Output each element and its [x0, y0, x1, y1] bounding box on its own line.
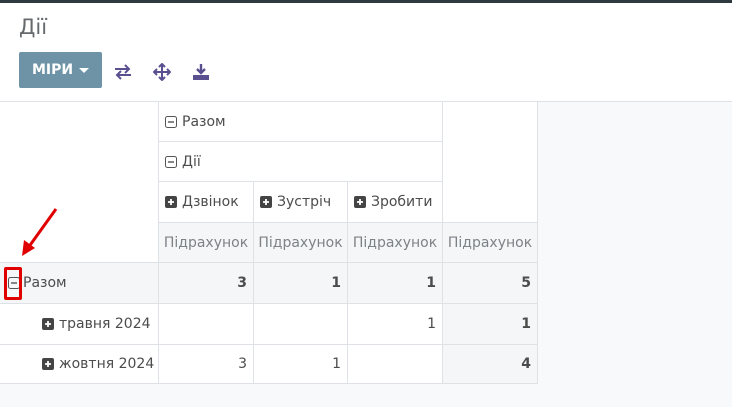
- download-button[interactable]: [190, 61, 212, 83]
- table-cell[interactable]: 5: [443, 263, 538, 304]
- annotation-highlight-box: [4, 267, 22, 300]
- row-header-may-2024[interactable]: травня 2024: [0, 304, 159, 345]
- table-cell[interactable]: 3: [159, 345, 254, 384]
- row-header-may-label: травня 2024: [59, 316, 151, 332]
- col-header-total-label: Разом: [182, 113, 226, 130]
- col-header-todo[interactable]: Зробити: [348, 182, 443, 223]
- row-header-october-2024[interactable]: жовтня 2024: [0, 345, 159, 384]
- measure-header[interactable]: Підрахунок: [443, 223, 538, 263]
- flip-axis-button[interactable]: [112, 61, 134, 83]
- measure-header[interactable]: Підрахунок: [348, 223, 443, 263]
- download-icon: [193, 64, 209, 80]
- col-header-meeting-label: Зустріч: [277, 194, 332, 210]
- annotation-arrow: [22, 208, 58, 256]
- plus-square-icon: [165, 196, 177, 208]
- col-header-meeting[interactable]: Зустріч: [254, 182, 348, 223]
- expand-all-button[interactable]: [151, 61, 173, 83]
- col-header-total[interactable]: Разом: [159, 102, 443, 142]
- minus-square-icon: [165, 115, 177, 128]
- minus-square-icon: [165, 155, 177, 168]
- table-cell[interactable]: 3: [159, 263, 254, 304]
- row-header-october-label: жовтня 2024: [59, 356, 155, 372]
- table-cell[interactable]: [348, 345, 443, 384]
- plus-square-icon: [354, 196, 366, 208]
- caret-down-icon: [79, 67, 90, 73]
- total-column-header: [443, 102, 538, 223]
- table-cell[interactable]: [159, 304, 254, 345]
- swap-arrows-icon: [115, 64, 131, 80]
- plus-square-icon: [260, 196, 272, 208]
- measures-label: МІРИ: [31, 62, 74, 78]
- table-cell[interactable]: 1: [443, 304, 538, 345]
- table-cell[interactable]: 4: [443, 345, 538, 384]
- move-arrows-icon: [153, 63, 171, 81]
- table-cell[interactable]: 1: [348, 263, 443, 304]
- plus-square-icon: [42, 318, 54, 330]
- table-cell[interactable]: 1: [254, 345, 348, 384]
- table-cell[interactable]: [254, 304, 348, 345]
- col-header-call[interactable]: Дзвінок: [159, 182, 254, 223]
- table-cell[interactable]: 1: [254, 263, 348, 304]
- plus-square-icon: [42, 358, 54, 370]
- measure-header[interactable]: Підрахунок: [254, 223, 348, 263]
- col-header-activities[interactable]: Дії: [159, 142, 443, 182]
- page-title: Дії: [19, 15, 48, 39]
- measures-dropdown-button[interactable]: МІРИ: [19, 52, 102, 88]
- table-cell[interactable]: 1: [348, 304, 443, 345]
- row-header-total-label: Разом: [23, 275, 67, 291]
- col-header-activities-label: Дії: [182, 153, 201, 170]
- control-panel: Дії МІРИ: [0, 3, 732, 102]
- col-header-call-label: Дзвінок: [182, 194, 239, 210]
- row-header-total[interactable]: Разом: [0, 263, 159, 304]
- measure-header[interactable]: Підрахунок: [159, 223, 254, 263]
- col-header-todo-label: Зробити: [371, 194, 433, 210]
